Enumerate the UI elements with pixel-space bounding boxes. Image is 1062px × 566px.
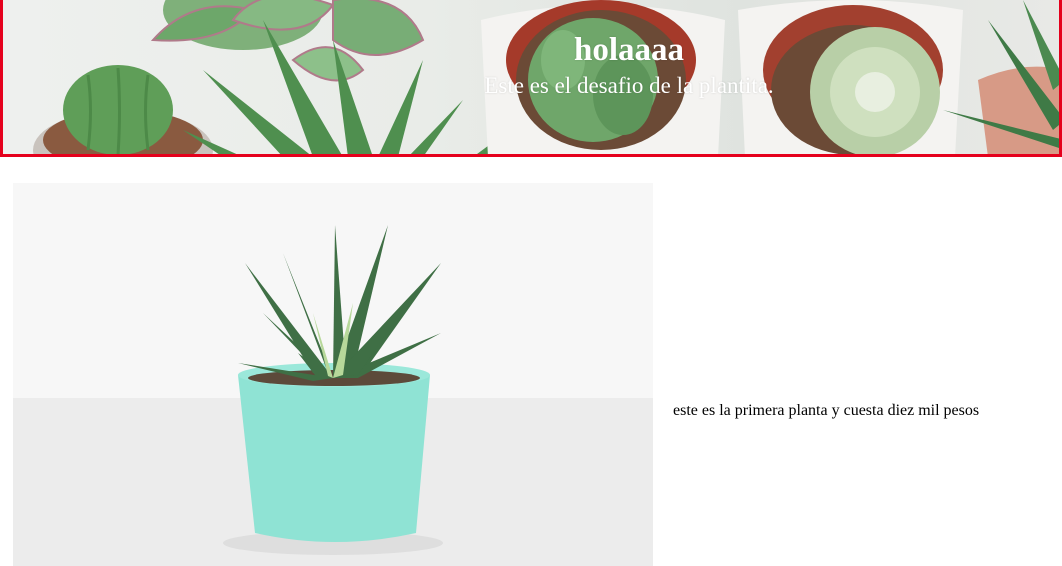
page-title: holaaaa [573,32,685,68]
header-text-block: holaaaa Este es el desafio de la plantit… [3,30,1059,100]
mint-pot [238,375,430,542]
product-description: este es la primera planta y cuesta diez … [673,402,980,419]
page-header: holaaaa Este es el desafio de la plantit… [0,0,1062,157]
product-image [13,183,653,566]
product-card: este es la primera planta y cuesta diez … [13,183,1062,566]
potted-succulent-image [13,183,653,566]
page-subtitle: Este es el desafio de la plantita. [484,73,774,98]
